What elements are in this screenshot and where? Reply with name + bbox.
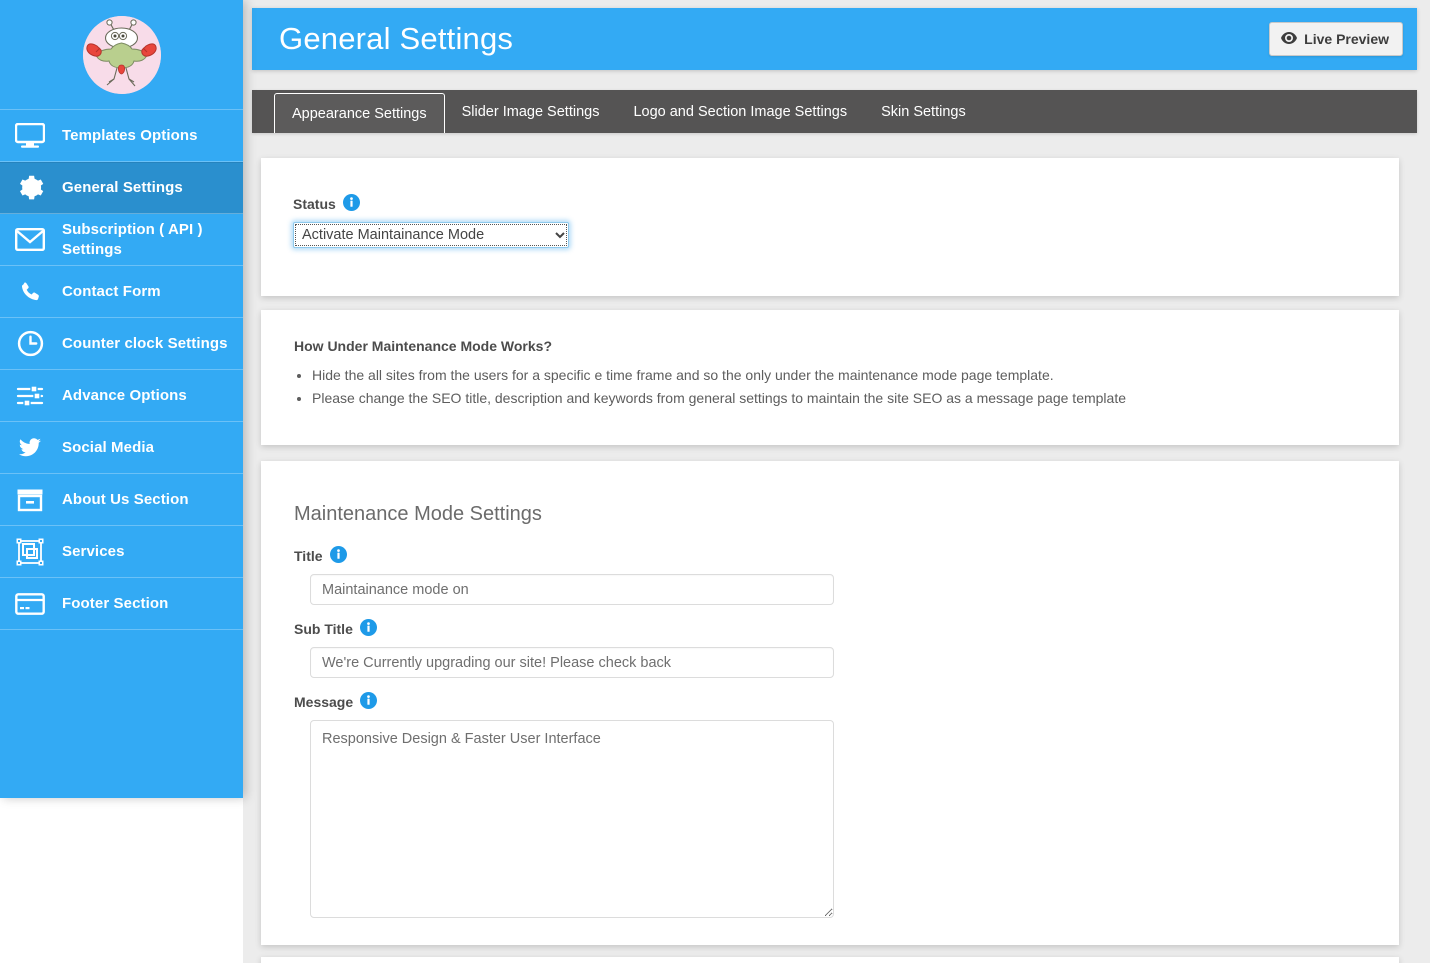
maintenance-mode-settings-heading: Maintenance Mode Settings — [294, 503, 542, 525]
status-label-row: Status — [293, 194, 1399, 214]
message-textarea[interactable] — [310, 720, 834, 918]
next-panel-partial — [261, 957, 1399, 963]
info-icon[interactable] — [329, 546, 347, 566]
sidebar-item-advance-options[interactable]: Advance Options — [0, 370, 243, 422]
sidebar-item-contact-form[interactable]: Contact Form — [0, 266, 243, 318]
sidebar-item-label: General Settings — [62, 178, 183, 196]
shapes-frame-icon — [8, 537, 52, 567]
gear-icon — [8, 173, 52, 203]
main-content: General Settings Live Preview Appearance… — [243, 0, 1430, 963]
sidebar-item-label: Templates Options — [62, 126, 198, 144]
sidebar-item-label: Contact Form — [62, 282, 161, 300]
sidebar-item-subscription-api-settings[interactable]: Subscription ( API ) Settings — [0, 214, 243, 266]
sidebar: Templates Options General Settings Subsc… — [0, 0, 243, 798]
sidebar-item-social-media[interactable]: Social Media — [0, 422, 243, 474]
phone-icon — [8, 277, 52, 307]
sidebar-item-templates-options[interactable]: Templates Options — [0, 110, 243, 162]
title-label-row: Title — [294, 546, 1399, 566]
info-icon[interactable] — [360, 692, 378, 712]
list-item: Hide the all sites from the users for a … — [312, 364, 1399, 387]
sidebar-item-label: Social Media — [62, 438, 155, 456]
page-header: General Settings Live Preview — [252, 8, 1417, 70]
title-input[interactable] — [310, 574, 834, 605]
how-maintenance-works-list: Hide the all sites from the users for a … — [294, 364, 1399, 409]
maintenance-mode-settings-panel: Maintenance Mode Settings Title Sub Titl… — [261, 461, 1399, 945]
info-icon[interactable] — [359, 619, 377, 639]
monitor-icon — [8, 121, 52, 151]
tab-skin-settings[interactable]: Skin Settings — [864, 90, 983, 133]
eye-icon — [1281, 31, 1298, 47]
subtitle-label-row: Sub Title — [294, 619, 1399, 639]
page-title: General Settings — [279, 21, 514, 56]
app-root: Templates Options General Settings Subsc… — [0, 0, 1430, 963]
subtitle-input[interactable] — [310, 647, 834, 678]
sidebar-item-label: Counter clock Settings — [62, 334, 228, 352]
sidebar-item-label: About Us Section — [62, 490, 189, 508]
status-panel: Status Activate Maintainance Mode — [261, 158, 1399, 296]
subtitle-label: Sub Title — [294, 621, 353, 637]
envelope-icon — [8, 225, 52, 255]
sidebar-item-label: Subscription ( API ) Settings — [62, 221, 203, 258]
message-label-row: Message — [294, 692, 1399, 712]
tab-logo-and-section-image-settings[interactable]: Logo and Section Image Settings — [616, 90, 864, 133]
live-preview-label: Live Preview — [1304, 31, 1389, 47]
tab-label: Appearance Settings — [292, 105, 427, 122]
status-select[interactable]: Activate Maintainance Mode — [293, 222, 569, 248]
tab-label: Slider Image Settings — [461, 103, 600, 120]
sidebar-item-about-us-section[interactable]: About Us Section — [0, 474, 243, 526]
tab-label: Logo and Section Image Settings — [633, 103, 848, 120]
list-item: Please change the SEO title, description… — [312, 387, 1399, 410]
twitter-bird-icon — [8, 433, 52, 463]
status-label: Status — [293, 196, 336, 212]
how-maintenance-works-title: How Under Maintenance Mode Works? — [294, 338, 552, 354]
tab-appearance-settings[interactable]: Appearance Settings — [274, 93, 445, 133]
title-label: Title — [294, 548, 323, 564]
sidebar-item-counter-clock-settings[interactable]: Counter clock Settings — [0, 318, 243, 370]
sidebar-item-label: Services — [62, 542, 125, 560]
sidebar-item-label: Advance Options — [62, 386, 187, 404]
tab-label: Skin Settings — [881, 103, 966, 120]
sidebar-item-services[interactable]: Services — [0, 526, 243, 578]
archive-box-icon — [8, 485, 52, 515]
message-label: Message — [294, 694, 354, 710]
sidebar-item-label: Footer Section — [62, 594, 169, 612]
clock-icon — [8, 329, 52, 359]
sidebar-item-footer-section[interactable]: Footer Section — [0, 578, 243, 630]
sidebar-logo — [0, 0, 243, 110]
site-logo-icon — [82, 15, 161, 94]
live-preview-button[interactable]: Live Preview — [1269, 22, 1403, 56]
tab-slider-image-settings[interactable]: Slider Image Settings — [445, 90, 617, 133]
sliders-icon — [8, 381, 52, 411]
status-select-wrap: Activate Maintainance Mode — [293, 222, 569, 248]
credit-card-icon — [8, 589, 52, 619]
settings-tab-bar: Appearance Settings Slider Image Setting… — [252, 90, 1417, 133]
info-icon[interactable] — [342, 194, 360, 214]
sidebar-item-general-settings[interactable]: General Settings — [0, 162, 243, 214]
how-maintenance-works-panel: How Under Maintenance Mode Works? Hide t… — [261, 310, 1399, 445]
